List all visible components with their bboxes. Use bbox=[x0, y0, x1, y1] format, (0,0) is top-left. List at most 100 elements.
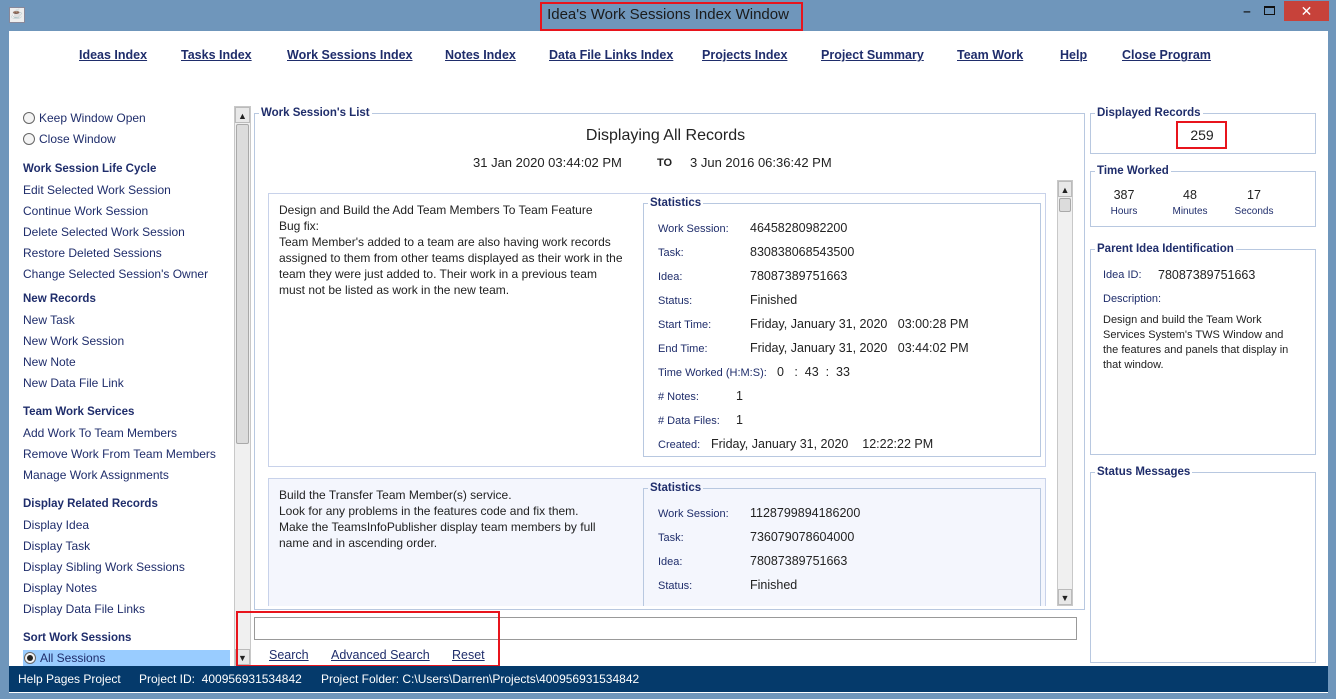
range-to: TO bbox=[657, 157, 673, 169]
display-data-file-links-link[interactable]: Display Data File Links bbox=[23, 602, 145, 616]
idea-id-label: Idea ID: bbox=[1103, 269, 1142, 281]
label: # Data Files: bbox=[658, 415, 720, 427]
scroll-up-arrow-icon[interactable]: ▲ bbox=[235, 107, 250, 123]
display-siblings-link[interactable]: Display Sibling Work Sessions bbox=[23, 560, 185, 574]
range-end: 3 Jun 2016 06:36:42 PM bbox=[690, 155, 832, 170]
status-value: Finished bbox=[750, 578, 798, 592]
maximize-button[interactable] bbox=[1264, 6, 1275, 15]
close-button[interactable]: ✕ bbox=[1284, 1, 1329, 21]
label: Work Session: bbox=[658, 223, 729, 235]
remove-work-link[interactable]: Remove Work From Team Members bbox=[23, 447, 216, 461]
display-notes-link[interactable]: Display Notes bbox=[23, 581, 97, 595]
label: Idea: bbox=[658, 556, 683, 568]
sidebar-scrollbar[interactable]: ▲ ▼ bbox=[234, 106, 251, 666]
work-session-id: 1128799894186200 bbox=[750, 506, 861, 520]
seconds-label: Seconds bbox=[1234, 206, 1274, 217]
data-files-count: 1 bbox=[736, 413, 743, 427]
continue-session-link[interactable]: Continue Work Session bbox=[23, 204, 148, 218]
new-data-file-link[interactable]: New Data File Link bbox=[23, 376, 124, 390]
idea-description: Design and build the Team Work Services … bbox=[1103, 314, 1289, 371]
scroll-thumb[interactable] bbox=[1059, 198, 1071, 212]
task-id: 830838068543500 bbox=[750, 245, 855, 259]
new-work-session-link[interactable]: New Work Session bbox=[23, 334, 124, 348]
keep-window-open-radio[interactable]: Keep Window Open bbox=[23, 111, 146, 125]
label: Status: bbox=[658, 295, 693, 307]
add-work-link[interactable]: Add Work To Team Members bbox=[23, 426, 177, 440]
manage-assignments-link[interactable]: Manage Work Assignments bbox=[23, 468, 169, 482]
radio-label: Close Window bbox=[39, 132, 116, 146]
minutes-label: Minutes bbox=[1172, 206, 1208, 217]
section-heading: Display Related Records bbox=[23, 498, 158, 510]
search-annotation bbox=[236, 611, 500, 667]
seconds-value: 17 bbox=[1247, 188, 1261, 202]
scroll-thumb[interactable] bbox=[236, 124, 249, 444]
minutes-value: 48 bbox=[1183, 188, 1197, 202]
label: Task: bbox=[658, 532, 684, 544]
label: Task: bbox=[658, 247, 684, 259]
idea-id-value: 78087389751663 bbox=[1158, 268, 1256, 282]
status-bar: Help Pages Project Project ID: 400956931… bbox=[9, 666, 1328, 692]
close-window-radio[interactable]: Close Window bbox=[23, 132, 116, 146]
display-idea-link[interactable]: Display Idea bbox=[23, 518, 89, 532]
menu-close-program[interactable]: Close Program bbox=[1122, 48, 1211, 62]
restore-sessions-link[interactable]: Restore Deleted Sessions bbox=[23, 246, 162, 260]
records-scrollbar[interactable]: ▲ ▼ bbox=[1057, 180, 1073, 606]
range-start: 31 Jan 2020 03:44:02 PM bbox=[473, 155, 622, 170]
menu-project-summary[interactable]: Project Summary bbox=[821, 48, 924, 62]
menu-notes-index[interactable]: Notes Index bbox=[445, 48, 516, 62]
list-heading: Displaying All Records bbox=[585, 127, 746, 144]
record-description: Build the Transfer Team Member(s) servic… bbox=[279, 488, 596, 550]
work-session-id: 46458280982200 bbox=[750, 221, 848, 235]
menu-tasks-index[interactable]: Tasks Index bbox=[181, 48, 252, 62]
record-card[interactable]: Design and Build the Add Team Members To… bbox=[268, 193, 1046, 467]
panel-title: Displayed Records bbox=[1097, 107, 1201, 119]
label: Work Session: bbox=[658, 508, 729, 520]
new-task-link[interactable]: New Task bbox=[23, 313, 75, 327]
display-task-link[interactable]: Display Task bbox=[23, 539, 90, 553]
hours-value: 387 bbox=[1113, 188, 1135, 202]
records-scroll-area: Design and Build the Add Team Members To… bbox=[262, 180, 1058, 606]
statistics-title: Statistics bbox=[650, 482, 702, 494]
menu-team-work[interactable]: Team Work bbox=[957, 48, 1023, 62]
panel-title: Parent Idea Identification bbox=[1097, 243, 1234, 255]
menu-ideas-index[interactable]: Ideas Index bbox=[79, 48, 147, 62]
idea-id: 78087389751663 bbox=[750, 269, 848, 283]
new-note-link[interactable]: New Note bbox=[23, 355, 76, 369]
label: Start Time: bbox=[658, 319, 712, 331]
change-owner-link[interactable]: Change Selected Session's Owner bbox=[23, 267, 208, 281]
radio-icon bbox=[23, 112, 35, 124]
menu-work-sessions-index[interactable]: Work Sessions Index bbox=[287, 48, 413, 62]
statistics-panel: Statistics bbox=[643, 482, 1041, 606]
edit-session-link[interactable]: Edit Selected Work Session bbox=[23, 183, 171, 197]
scroll-down-arrow-icon[interactable]: ▼ bbox=[1058, 589, 1072, 605]
panel-title: Status Messages bbox=[1097, 466, 1191, 478]
label: Created: bbox=[658, 439, 701, 451]
radio-icon bbox=[24, 652, 36, 664]
status-messages-panel: Status Messages bbox=[1090, 466, 1316, 663]
minimize-button[interactable]: ‒ bbox=[1236, 4, 1258, 20]
all-sessions-radio[interactable]: All Sessions bbox=[23, 650, 230, 666]
radio-icon bbox=[23, 133, 35, 145]
label: Status: bbox=[658, 580, 693, 592]
panel-title: Time Worked bbox=[1097, 165, 1169, 177]
statistics-title: Statistics bbox=[650, 197, 702, 209]
scroll-up-arrow-icon[interactable]: ▲ bbox=[1058, 181, 1072, 197]
menu-help[interactable]: Help bbox=[1060, 48, 1087, 62]
record-card[interactable]: Build the Transfer Team Member(s) servic… bbox=[268, 478, 1046, 606]
label: Idea: bbox=[658, 271, 683, 283]
menu-projects-index[interactable]: Projects Index bbox=[702, 48, 787, 62]
label: End Time: bbox=[658, 343, 708, 355]
title-annotation bbox=[540, 2, 803, 31]
section-heading: New Records bbox=[23, 293, 96, 305]
task-id: 736079078604000 bbox=[750, 530, 855, 544]
section-heading: Team Work Services bbox=[23, 406, 135, 418]
notes-count: 1 bbox=[736, 389, 743, 403]
radio-label: Keep Window Open bbox=[39, 111, 146, 125]
delete-session-link[interactable]: Delete Selected Work Session bbox=[23, 225, 185, 239]
label: # Notes: bbox=[658, 391, 699, 403]
menu-data-file-links-index[interactable]: Data File Links Index bbox=[549, 48, 673, 62]
end-time: Friday, January 31, 2020 03:44:02 PM bbox=[750, 341, 969, 355]
label: Time Worked (H:M:S): bbox=[658, 367, 767, 379]
record-description: Design and Build the Add Team Members To… bbox=[279, 203, 623, 297]
created-time: Friday, January 31, 2020 12:22:22 PM bbox=[711, 437, 934, 451]
